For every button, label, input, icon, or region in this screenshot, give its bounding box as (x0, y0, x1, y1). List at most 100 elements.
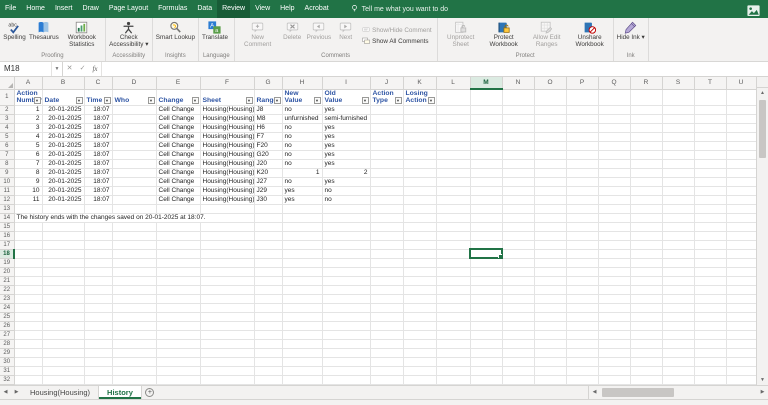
cell[interactable]: J27 (254, 177, 283, 187)
cell[interactable] (598, 375, 631, 385)
cell[interactable]: 18:07 (84, 177, 113, 187)
cell[interactable] (112, 114, 157, 124)
column-header-e[interactable]: E (156, 77, 201, 90)
row-header-15[interactable]: 15 (0, 222, 15, 232)
cell[interactable] (502, 123, 535, 133)
insert-function-icon[interactable]: fx (89, 62, 102, 76)
cell[interactable]: J8 (254, 105, 283, 115)
column-header-m[interactable]: M (470, 77, 503, 90)
cell[interactable] (470, 132, 503, 142)
cell[interactable] (156, 249, 201, 259)
cell[interactable] (200, 213, 255, 223)
cell[interactable] (84, 303, 113, 313)
cell[interactable] (470, 141, 503, 151)
cell[interactable] (566, 303, 599, 313)
ribbon-tab-file[interactable]: File (0, 0, 21, 18)
cell[interactable] (42, 267, 85, 277)
new-sheet-button[interactable]: + (142, 386, 158, 399)
cell[interactable] (200, 366, 255, 376)
cell[interactable] (630, 195, 663, 205)
cell[interactable]: 4 (14, 132, 43, 142)
cell[interactable] (694, 285, 727, 295)
cell[interactable] (662, 321, 695, 331)
cell[interactable] (42, 330, 85, 340)
unshare-workbook-button[interactable]: Unshare Workbook (569, 19, 611, 52)
cell[interactable] (566, 132, 599, 142)
cell[interactable] (566, 249, 599, 259)
cell[interactable] (200, 258, 255, 268)
cell[interactable] (84, 339, 113, 349)
cell[interactable] (403, 285, 437, 295)
scroll-up-icon[interactable]: ▲ (757, 88, 768, 98)
cell[interactable] (200, 357, 255, 367)
cell[interactable] (200, 330, 255, 340)
cell[interactable]: 20-01-2025 (42, 195, 85, 205)
cell[interactable] (322, 339, 371, 349)
cell[interactable]: 18:07 (84, 195, 113, 205)
cell[interactable] (156, 339, 201, 349)
cell[interactable] (470, 294, 503, 304)
cell[interactable] (156, 240, 201, 250)
cell[interactable] (436, 222, 471, 232)
cell[interactable] (566, 195, 599, 205)
row-header-1[interactable]: 1 (0, 89, 15, 106)
cell[interactable] (662, 366, 695, 376)
cell[interactable] (370, 312, 404, 322)
cell[interactable] (84, 348, 113, 358)
cell[interactable] (84, 285, 113, 295)
tab-scroll-left-icon[interactable]: ◀ (0, 386, 11, 399)
cell[interactable] (403, 195, 437, 205)
cell[interactable] (726, 294, 757, 304)
cell[interactable] (403, 357, 437, 367)
cell[interactable] (726, 366, 757, 376)
cell[interactable] (566, 105, 599, 115)
cell[interactable] (322, 330, 371, 340)
cell[interactable] (84, 321, 113, 331)
cell[interactable]: H6 (254, 123, 283, 133)
cell[interactable] (726, 141, 757, 151)
cell[interactable] (502, 222, 535, 232)
cell[interactable] (322, 267, 371, 277)
cell[interactable] (403, 105, 437, 115)
column-header-o[interactable]: O (534, 77, 567, 90)
cell[interactable] (662, 213, 695, 223)
cell[interactable] (502, 159, 535, 169)
cell[interactable] (282, 267, 323, 277)
row-header-14[interactable]: 14 (0, 213, 15, 223)
cell[interactable] (726, 105, 757, 115)
cell[interactable] (598, 321, 631, 331)
cell[interactable] (630, 267, 663, 277)
row-header-16[interactable]: 16 (0, 231, 15, 241)
cell[interactable] (662, 249, 695, 259)
cell[interactable] (14, 285, 43, 295)
cell[interactable] (14, 231, 43, 241)
cell[interactable]: yes (322, 159, 371, 169)
cell[interactable] (630, 339, 663, 349)
cell[interactable]: Cell Change (156, 150, 201, 160)
cell[interactable] (254, 294, 283, 304)
cell[interactable] (254, 231, 283, 241)
cell[interactable]: K20 (254, 168, 283, 178)
cell[interactable] (534, 150, 567, 160)
column-header-g[interactable]: G (254, 77, 283, 90)
cell[interactable] (694, 294, 727, 304)
cell[interactable] (112, 231, 157, 241)
cell[interactable] (200, 285, 255, 295)
cell[interactable] (322, 240, 371, 250)
cell[interactable] (156, 303, 201, 313)
cell[interactable] (630, 303, 663, 313)
cell[interactable] (436, 312, 471, 322)
cell[interactable]: 18:07 (84, 141, 113, 151)
cell[interactable]: Cell Change (156, 123, 201, 133)
new-comment-button[interactable]: New Comment (237, 19, 279, 52)
cell[interactable] (598, 105, 631, 115)
cell[interactable] (566, 294, 599, 304)
cell[interactable]: 1 (14, 105, 43, 115)
cell[interactable] (254, 240, 283, 250)
cell[interactable] (726, 222, 757, 232)
row-header-18[interactable]: 18 (0, 249, 15, 259)
cell[interactable] (282, 312, 323, 322)
cell[interactable]: New Value ▼ (282, 89, 323, 106)
sheet-tab-history[interactable]: History (99, 386, 142, 399)
tell-me-box[interactable]: Tell me what you want to do (350, 4, 448, 15)
